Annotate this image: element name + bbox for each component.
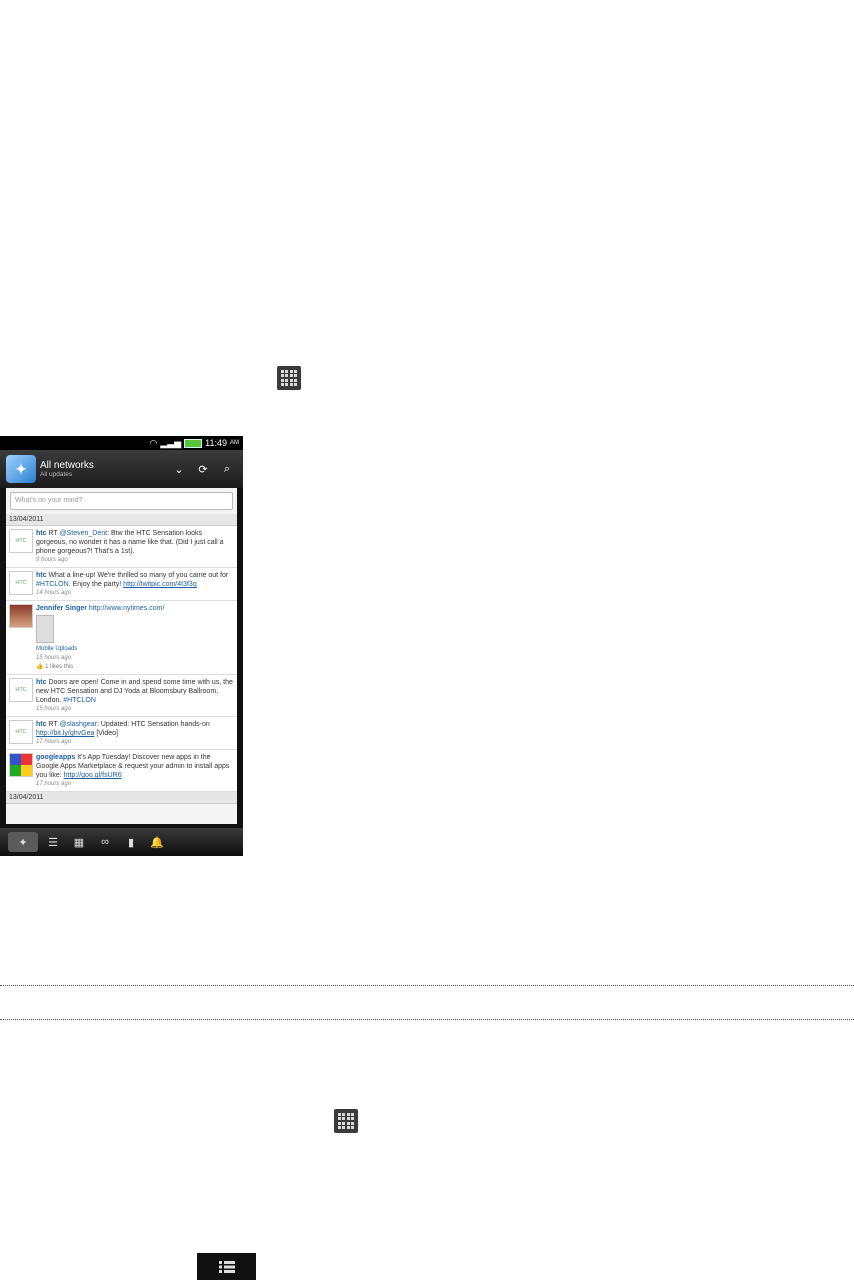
likes-text: 1 likes this — [45, 664, 74, 670]
header-subtitle: All updates — [40, 471, 73, 478]
post-user[interactable]: htc — [36, 572, 47, 579]
feed-list: HTC htc RT @Steven_Dent: Btw the HTC Sen… — [6, 526, 237, 804]
tab-notifications-icon[interactable]: 🔔 — [146, 832, 168, 852]
post-user[interactable]: htc — [36, 679, 47, 686]
post-time: 15 hours ago — [36, 655, 72, 661]
status-ampm: AM — [230, 440, 239, 446]
list-item[interactable]: HTC htc RT @slashgear: Updated: HTC Sens… — [6, 717, 237, 750]
tab-people-icon[interactable]: ▮ — [120, 832, 142, 852]
post-time: 14 hours ago — [36, 590, 72, 596]
list-item[interactable]: HTC htc RT @Steven_Dent: Btw the HTC Sen… — [6, 526, 237, 568]
htc-avatar-icon: HTC — [9, 529, 33, 553]
date-header: 13/04/2011 — [6, 514, 237, 526]
mention-link[interactable]: @Steven_Dent — [59, 530, 107, 537]
htc-avatar-icon: HTC — [9, 571, 33, 595]
list-item[interactable]: HTC htc What a line-up! We're thrilled s… — [6, 568, 237, 601]
post-text: [Video] — [94, 730, 118, 737]
list-item[interactable]: googleapps It's App Tuesday! Discover ne… — [6, 750, 237, 792]
post-time: 17 hours ago — [36, 739, 72, 745]
post-user[interactable]: googleapps — [36, 754, 75, 761]
battery-icon — [184, 438, 203, 448]
refresh-icon[interactable]: ⟳ — [193, 459, 213, 479]
post-time: 15 hours ago — [36, 706, 72, 712]
likes-count: 👍 1 likes this — [36, 663, 234, 672]
tab-all-updates-icon[interactable]: ✦ — [8, 832, 38, 852]
status-time: 11:49 — [205, 438, 227, 448]
thumbs-up-icon: 👍 — [36, 664, 44, 670]
album-link[interactable]: Mobile Uploads — [36, 645, 234, 654]
post-user[interactable]: htc — [36, 721, 47, 728]
post-time: 9 hours ago — [36, 557, 68, 563]
divider-line — [0, 985, 854, 986]
all-apps-grid-icon — [277, 366, 301, 390]
tab-photos-icon[interactable]: ▦ — [68, 832, 90, 852]
post-text: : Updated: HTC Sensation hands-on — [96, 721, 210, 728]
post-user[interactable]: htc — [36, 530, 47, 537]
search-icon[interactable]: ⌕ — [217, 459, 237, 479]
divider-line — [0, 1019, 854, 1020]
menu-key-icon — [197, 1253, 256, 1280]
tab-links-icon[interactable]: ∞ — [94, 832, 116, 852]
feed-content: What's on your mind? 13/04/2011 HTC htc … — [6, 488, 237, 824]
google-avatar-icon — [9, 753, 33, 777]
bottom-tab-bar: ✦ ☰ ▦ ∞ ▮ 🔔 — [0, 828, 243, 856]
tab-status-updates-icon[interactable]: ☰ — [42, 832, 64, 852]
post-link[interactable]: http://goo.gl/fsUR6 — [64, 772, 122, 779]
post-link[interactable]: http://twitpic.com/4t3f3q — [123, 581, 197, 588]
post-text: . Enjoy the party! — [68, 581, 124, 588]
retweet-label: RT — [48, 530, 58, 537]
dropdown-chevron-icon[interactable]: ⌄ — [169, 459, 189, 479]
post-link[interactable]: http://www.nytimes.com/ — [89, 605, 164, 612]
friend-stream-logo-icon: ✦ — [6, 455, 36, 483]
post-link[interactable]: http://bit.ly/ghvGea — [36, 730, 94, 737]
status-bar: ◠ ▂▃▅ 11:49 AM — [0, 436, 243, 450]
phone-screenshot: ◠ ▂▃▅ 11:49 AM ✦ All networks All update… — [0, 436, 243, 856]
signal-icon: ▂▃▅ — [160, 437, 182, 448]
wifi-icon: ◠ — [149, 437, 158, 448]
hashtag-link[interactable]: #HTCLON — [36, 581, 69, 588]
photo-thumbnail[interactable] — [36, 615, 54, 643]
mention-link[interactable]: @slashgear — [59, 721, 96, 728]
all-apps-grid-icon — [334, 1109, 358, 1133]
post-text: What a line-up! We're thrilled so many o… — [48, 572, 229, 579]
list-item[interactable]: HTC htc Doors are open! Come in and spen… — [6, 675, 237, 717]
header-title: All networks — [40, 460, 94, 471]
post-user[interactable]: Jennifer Singer — [36, 605, 87, 612]
list-item[interactable]: Jennifer Singer http://www.nytimes.com/ … — [6, 601, 237, 675]
htc-avatar-icon: HTC — [9, 720, 33, 744]
user-photo-avatar — [9, 604, 33, 628]
date-header: 13/04/2011 — [6, 792, 237, 804]
status-input[interactable]: What's on your mind? — [10, 492, 233, 510]
post-time: 17 hours ago — [36, 781, 72, 787]
htc-avatar-icon: HTC — [9, 678, 33, 702]
hashtag-link[interactable]: #HTCLON — [63, 697, 96, 704]
retweet-label: RT — [48, 721, 58, 728]
app-header: ✦ All networks All updates ⌄ ⟳ ⌕ — [0, 450, 243, 488]
